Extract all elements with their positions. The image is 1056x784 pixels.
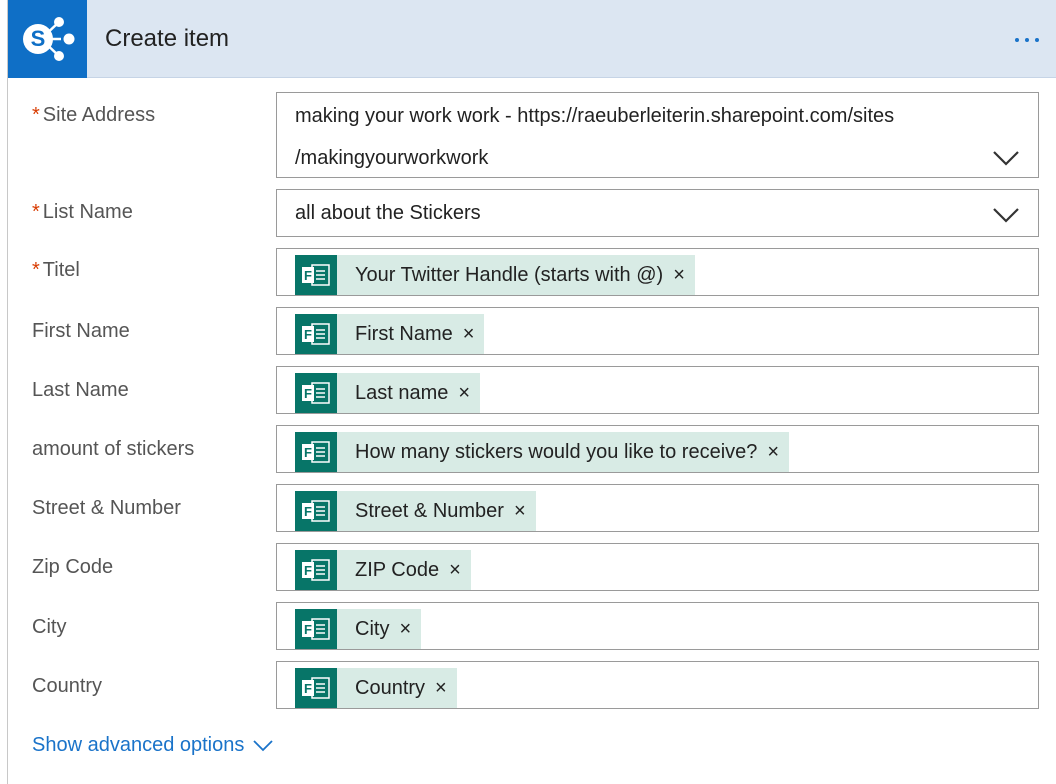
- forms-icon: F: [295, 491, 337, 531]
- country-input[interactable]: F Country ×: [276, 661, 1039, 709]
- token-label: How many stickers would you like to rece…: [355, 440, 758, 463]
- svg-text:F: F: [304, 563, 312, 578]
- required-marker: *: [32, 259, 40, 281]
- create-item-card: S Create item * Site Address making your …: [7, 0, 1056, 784]
- country-label: Country: [32, 675, 103, 697]
- svg-text:F: F: [304, 327, 312, 342]
- action-title: Create item: [105, 25, 230, 52]
- close-icon[interactable]: ×: [399, 619, 421, 639]
- forms-icon: F: [295, 314, 337, 354]
- site-address-dropdown[interactable]: making your work work - https://raeuberl…: [276, 92, 1039, 178]
- dynamic-content-token[interactable]: F Country ×: [295, 668, 457, 708]
- close-icon[interactable]: ×: [458, 383, 480, 403]
- dynamic-content-token[interactable]: F Your Twitter Handle (starts with @) ×: [295, 255, 695, 295]
- svg-text:F: F: [304, 504, 312, 519]
- svg-text:F: F: [304, 681, 312, 696]
- dot-icon: [1035, 38, 1039, 42]
- show-advanced-options-link[interactable]: Show advanced options: [32, 734, 274, 757]
- close-icon[interactable]: ×: [673, 265, 695, 285]
- close-icon[interactable]: ×: [449, 560, 471, 580]
- city-label: City: [32, 616, 67, 638]
- chevron-down-icon[interactable]: [992, 206, 1020, 224]
- last-name-label: Last Name: [32, 379, 129, 401]
- card-header[interactable]: S Create item: [8, 0, 1056, 78]
- forms-icon: F: [295, 255, 337, 295]
- close-icon[interactable]: ×: [463, 324, 485, 344]
- titel-input[interactable]: F Your Twitter Handle (starts with @) ×: [276, 248, 1039, 296]
- token-label: City: [355, 617, 390, 640]
- svg-text:S: S: [31, 26, 46, 51]
- more-options-button[interactable]: [1007, 30, 1047, 50]
- forms-icon: F: [295, 550, 337, 590]
- dynamic-content-token[interactable]: F Last name ×: [295, 373, 481, 413]
- city-input[interactable]: F City ×: [276, 602, 1039, 650]
- site-address-value-line1: making your work work - https://raeuberl…: [295, 105, 895, 127]
- svg-text:F: F: [304, 268, 312, 283]
- street-number-label: Street & Number: [32, 497, 181, 519]
- token-label: ZIP Code: [355, 558, 440, 581]
- list-name-dropdown[interactable]: all about the Stickers: [276, 189, 1039, 237]
- dynamic-content-token[interactable]: F ZIP Code ×: [295, 550, 471, 590]
- svg-text:F: F: [304, 622, 312, 637]
- amount-of-stickers-input[interactable]: F How many stickers would you like to re…: [276, 425, 1039, 473]
- token-label: Street & Number: [355, 499, 504, 522]
- close-icon[interactable]: ×: [514, 501, 536, 521]
- sharepoint-logo: S: [8, 0, 87, 78]
- forms-icon: F: [295, 373, 337, 413]
- amount-of-stickers-label: amount of stickers: [32, 438, 195, 460]
- list-name-label: * List Name: [32, 201, 133, 223]
- site-address-value-line2: /makingyourworkwork: [295, 147, 489, 169]
- forms-icon: F: [295, 668, 337, 708]
- token-label: Your Twitter Handle (starts with @): [355, 263, 664, 286]
- forms-icon: F: [295, 609, 337, 649]
- last-name-input[interactable]: F Last name ×: [276, 366, 1039, 414]
- advanced-options-label: Show advanced options: [32, 734, 245, 756]
- forms-icon: F: [295, 432, 337, 472]
- dynamic-content-token[interactable]: F City ×: [295, 609, 422, 649]
- dot-icon: [1015, 38, 1019, 42]
- chevron-down-icon[interactable]: [992, 149, 1020, 167]
- first-name-label: First Name: [32, 320, 130, 342]
- first-name-input[interactable]: F First Name ×: [276, 307, 1039, 355]
- street-number-input[interactable]: F Street & Number ×: [276, 484, 1039, 532]
- dynamic-content-token[interactable]: F First Name ×: [295, 314, 485, 354]
- token-label: Country: [355, 676, 426, 699]
- token-label: Last name: [355, 381, 449, 404]
- titel-label: * Titel: [32, 259, 80, 281]
- required-marker: *: [32, 104, 40, 126]
- chevron-down-icon: [253, 739, 274, 751]
- dynamic-content-token[interactable]: F How many stickers would you like to re…: [295, 432, 790, 472]
- zip-code-input[interactable]: F ZIP Code ×: [276, 543, 1039, 591]
- dot-icon: [1025, 38, 1029, 42]
- sharepoint-icon: S: [23, 17, 75, 61]
- close-icon[interactable]: ×: [435, 678, 457, 698]
- close-icon[interactable]: ×: [767, 442, 789, 462]
- svg-text:F: F: [304, 386, 312, 401]
- list-name-value: all about the Stickers: [295, 202, 481, 224]
- site-address-label: * Site Address: [32, 104, 156, 126]
- svg-text:F: F: [304, 445, 312, 460]
- dynamic-content-token[interactable]: F Street & Number ×: [295, 491, 536, 531]
- required-marker: *: [32, 201, 40, 223]
- token-label: First Name: [355, 322, 453, 345]
- zip-code-label: Zip Code: [32, 556, 114, 578]
